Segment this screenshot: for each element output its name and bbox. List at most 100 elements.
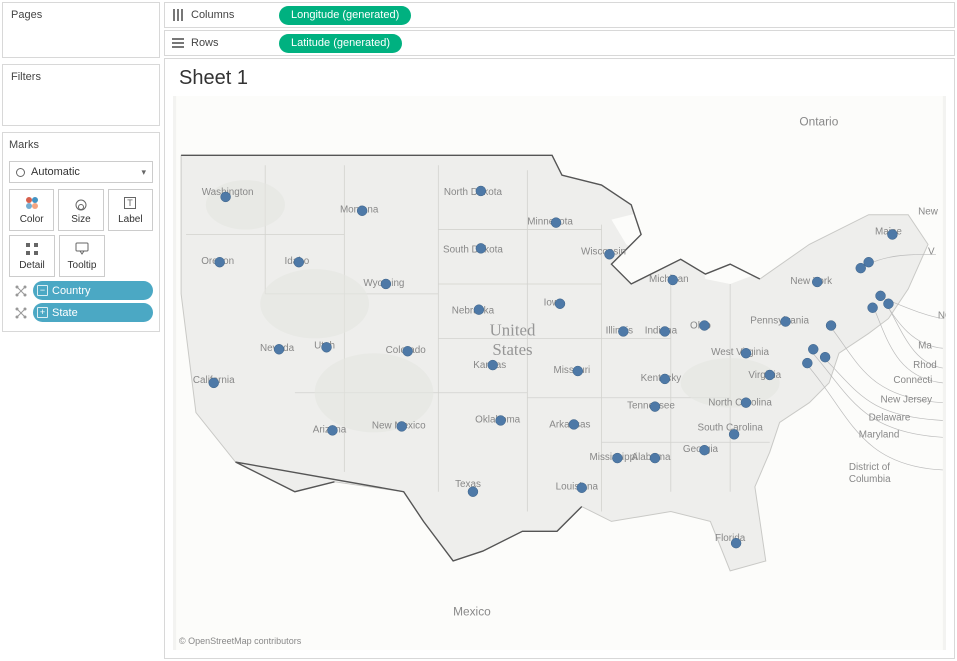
map-dot[interactable] — [476, 186, 486, 196]
ext-label-vermont: V — [928, 246, 935, 257]
map-dot[interactable] — [569, 419, 579, 429]
map-dot[interactable] — [577, 483, 587, 493]
map-dot[interactable] — [573, 366, 583, 376]
map-dot[interactable] — [887, 230, 897, 240]
tooltip-icon — [74, 241, 90, 257]
map-dot[interactable] — [612, 453, 622, 463]
map-dot[interactable] — [474, 305, 484, 315]
state-label-north-dakota: North Dakota — [444, 187, 503, 198]
map-dot[interactable] — [802, 358, 812, 368]
map-dot[interactable] — [741, 348, 751, 358]
map-dot[interactable] — [357, 206, 367, 216]
map-dot[interactable] — [699, 445, 709, 455]
marks-color-label: Color — [20, 214, 44, 225]
map-dot[interactable] — [781, 317, 791, 327]
map-dot[interactable] — [668, 275, 678, 285]
pill-country[interactable]: − Country — [33, 281, 153, 300]
map-canvas[interactable]: United States Ontario Mexico WashingtonO… — [173, 96, 946, 650]
map-dot[interactable] — [650, 453, 660, 463]
collapse-icon: − — [37, 285, 48, 296]
rows-shelf[interactable]: Rows Latitude (generated) — [164, 30, 955, 56]
map-dot[interactable] — [812, 277, 822, 287]
state-label-new-york: New York — [790, 276, 832, 287]
ext-label-nc-ext: NC — [938, 311, 946, 322]
map-attribution: © OpenStreetMap contributors — [179, 636, 301, 646]
marks-detail-label: Detail — [19, 260, 45, 271]
map-dot[interactable] — [221, 192, 231, 202]
ext-label-massachusetts: Ma — [918, 340, 932, 351]
map-dot[interactable] — [741, 398, 751, 408]
chevron-down-icon: ▾ — [141, 167, 146, 178]
mark-type-dropdown[interactable]: Automatic ▾ — [9, 161, 153, 183]
map-dot[interactable] — [876, 291, 886, 301]
map-svg: United States Ontario Mexico WashingtonO… — [173, 96, 946, 650]
ext-label-new-jersey: New Jersey — [881, 395, 933, 406]
map-dot[interactable] — [605, 249, 615, 259]
map-dot[interactable] — [476, 243, 486, 253]
detail-icon — [24, 241, 40, 257]
state-label-minnesota: Minnesota — [527, 217, 573, 228]
map-dot[interactable] — [868, 303, 878, 313]
ext-label-new-hampshire: New — [918, 207, 939, 218]
columns-shelf[interactable]: Columns Longitude (generated) — [164, 2, 955, 28]
map-dot[interactable] — [274, 344, 284, 354]
rows-label: Rows — [191, 37, 219, 49]
state-label-texas: Texas — [455, 479, 481, 490]
map-dot[interactable] — [883, 299, 893, 309]
marks-detail-button[interactable]: Detail — [9, 235, 55, 277]
map-dot[interactable] — [731, 538, 741, 548]
columns-pill-longitude[interactable]: Longitude (generated) — [279, 6, 411, 25]
rows-pill-latitude[interactable]: Latitude (generated) — [279, 34, 402, 53]
map-dot[interactable] — [820, 352, 830, 362]
map-dot[interactable] — [555, 299, 565, 309]
columns-pill-label: Longitude (generated) — [291, 9, 399, 21]
map-dot[interactable] — [328, 425, 338, 435]
map-dot[interactable] — [397, 421, 407, 431]
rows-icon — [171, 36, 185, 50]
map-dot[interactable] — [660, 374, 670, 384]
state-label-south-dakota: South Dakota — [443, 244, 503, 255]
marks-tooltip-label: Tooltip — [68, 260, 97, 271]
svg-text:T: T — [128, 198, 134, 208]
columns-icon — [171, 8, 185, 22]
map-dot[interactable] — [765, 370, 775, 380]
pages-title: Pages — [11, 9, 151, 25]
marks-color-button[interactable]: Color — [9, 189, 54, 231]
sheet-title[interactable]: Sheet 1 — [165, 59, 954, 96]
marks-label-label: Label — [118, 214, 142, 225]
map-dot[interactable] — [618, 327, 628, 337]
map-dot[interactable] — [294, 257, 304, 267]
state-label-wisconsin: Wisconsin — [581, 246, 626, 257]
mark-type-label: Automatic — [31, 166, 80, 178]
map-dot[interactable] — [856, 263, 866, 273]
map-dot[interactable] — [826, 321, 836, 331]
pill-state[interactable]: + State — [33, 303, 153, 322]
map-dot[interactable] — [660, 327, 670, 337]
state-label-west-virginia: West Virginia — [711, 347, 769, 358]
marks-size-label: Size — [71, 214, 90, 225]
map-dot[interactable] — [209, 378, 219, 388]
map-dot[interactable] — [322, 342, 332, 352]
pill-state-label: State — [52, 307, 78, 319]
viz-area: Sheet 1 — [164, 58, 955, 659]
map-dot[interactable] — [699, 321, 709, 331]
map-dot[interactable] — [403, 346, 413, 356]
state-label-pennsylvania: Pennsylvania — [750, 316, 809, 327]
columns-label: Columns — [191, 9, 234, 21]
map-dot[interactable] — [729, 429, 739, 439]
label-icon: T — [122, 195, 138, 211]
map-dot[interactable] — [488, 360, 498, 370]
rows-pill-label: Latitude (generated) — [291, 37, 390, 49]
map-dot[interactable] — [551, 218, 561, 228]
marks-label-button[interactable]: T Label — [108, 189, 153, 231]
map-dot[interactable] — [215, 257, 225, 267]
marks-size-button[interactable]: Size — [58, 189, 103, 231]
state-label-missouri: Missouri — [553, 365, 590, 376]
detail-small-icon — [13, 305, 29, 321]
marks-tooltip-button[interactable]: Tooltip — [59, 235, 105, 277]
map-dot[interactable] — [496, 416, 506, 426]
map-dot[interactable] — [381, 279, 391, 289]
map-dot[interactable] — [650, 402, 660, 412]
map-dot[interactable] — [808, 344, 818, 354]
map-dot[interactable] — [468, 487, 478, 497]
